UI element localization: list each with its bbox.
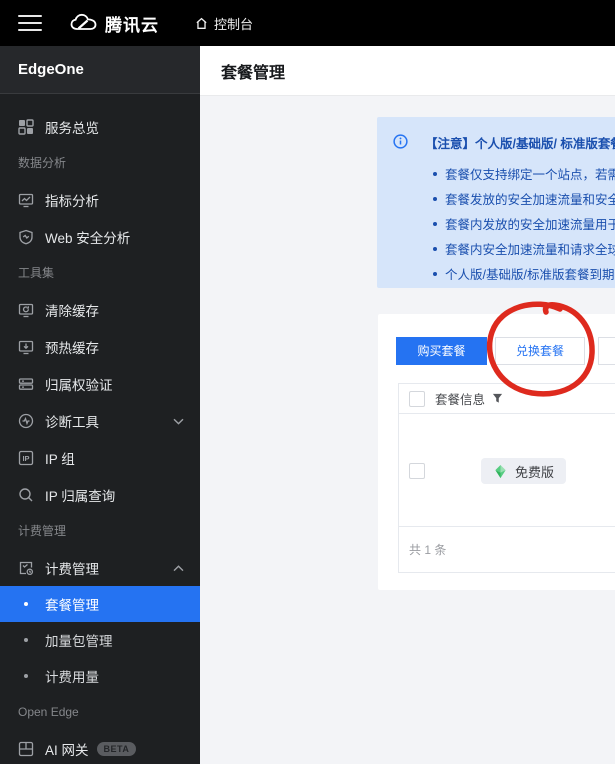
sidebar-item-label: 计费管理 [45,561,99,577]
sidebar-subitem-billing-usage[interactable]: 计费用量 [0,658,200,694]
pagination: 共 1 条 [399,527,615,572]
sidebar-section-data-analysis: 数据分析 [18,156,67,170]
sidebar-item-prefetch-cache[interactable]: 预热缓存 [0,328,200,365]
grid-icon [18,118,34,135]
notice-bullet: 个人版/基础版/标准版套餐到期续 [433,261,615,286]
product-header: EdgeOne [0,46,200,94]
sidebar-item-label: AI 网关 [45,742,89,758]
bullet-dot [24,674,28,678]
console-link[interactable]: 控制台 [195,14,253,33]
product-name: EdgeOne [18,61,84,78]
tencent-cloud-logo[interactable]: 腾讯云 [70,11,159,36]
total-count: 共 1 条 [409,543,447,557]
hamburger-menu-icon[interactable] [18,15,42,31]
column-header-package-info: 套餐信息 [435,393,486,407]
brand-name: 腾讯云 [105,15,159,35]
sidebar-item-label: 预热缓存 [45,340,99,356]
package-card: 购买套餐 兑换套餐 套餐信息 免费版 共 1 条 [378,314,615,590]
sidebar: EdgeOne 服务总览 数据分析 指标分析 Web 安全分析 工具集 清除缓存… [0,46,200,764]
bullet-dot [24,638,28,642]
notice-bullet: 套餐内安全加速流量和请求全球通 [433,236,615,261]
sidebar-subitem-addon-pack-management[interactable]: 加量包管理 [0,622,200,658]
sidebar-item-diagnostic-tools[interactable]: 诊断工具 [0,402,200,439]
sidebar-item-label: 归属权验证 [45,377,113,393]
notice-banner: 【注意】个人版/基础版/ 标准版套餐 套餐仅支持绑定一个站点，若需要 套餐发放的… [377,117,615,288]
notice-title: 【注意】个人版/基础版/ 标准版套餐 [425,137,615,151]
monitor-chart-icon [18,192,34,208]
sidebar-item-label: 服务总览 [45,120,99,136]
sidebar-item-purge-cache[interactable]: 清除缓存 [0,291,200,328]
sidebar-item-metric-analysis[interactable]: 指标分析 [0,181,200,218]
redeem-package-button[interactable]: 兑换套餐 [495,337,585,365]
sidebar-item-label: 加量包管理 [45,634,113,649]
sidebar-item-service-overview[interactable]: 服务总览 [0,108,200,145]
plan-name: 免费版 [515,464,555,480]
topbar: 腾讯云 控制台 [0,0,615,46]
sidebar-item-ip-lookup[interactable]: IP 归属查询 [0,476,200,513]
clipped-button[interactable] [598,337,615,365]
table-row[interactable]: 免费版 [399,414,615,527]
monitor-refresh-icon [18,302,34,318]
sidebar-item-web-security-analysis[interactable]: Web 安全分析 [0,218,200,255]
sidebar-item-label: IP 归属查询 [45,488,116,504]
sidebar-subitem-package-management[interactable]: 套餐管理 [0,586,200,622]
sidebar-item-label: 计费用量 [45,670,99,685]
notice-bullet-list: 套餐仅支持绑定一个站点，若需要 套餐发放的安全加速流量和安全加 套餐内发放的安全… [433,161,615,286]
plan-diamond-icon [495,464,506,478]
plan-badge: 免费版 [481,458,567,484]
sidebar-item-label: 清除缓存 [45,303,99,319]
package-table: 套餐信息 免费版 共 1 条 [398,383,615,573]
monitor-download-icon [18,339,34,355]
server-icon [18,376,34,392]
notice-bullet: 套餐仅支持绑定一个站点，若需要 [433,161,615,186]
chevron-down-icon [173,413,184,428]
shield-icon [18,229,34,245]
home-icon [195,17,208,30]
sidebar-section-toolset: 工具集 [18,266,55,280]
sidebar-item-label: IP 组 [45,451,75,467]
filter-funnel-icon[interactable] [492,393,503,404]
billing-icon [18,560,34,576]
svg-text:IP: IP [22,453,29,462]
notice-bullet: 套餐发放的安全加速流量和安全加 [433,186,615,211]
sidebar-section-open-edge: Open Edge [18,705,79,719]
sidebar-section-billing: 计费管理 [18,524,67,538]
content-area: 【注意】个人版/基础版/ 标准版套餐 套餐仅支持绑定一个站点，若需要 套餐发放的… [200,96,615,764]
select-all-checkbox[interactable] [409,390,425,407]
sidebar-item-ownership-verification[interactable]: 归属权验证 [0,365,200,402]
sidebar-item-label: 指标分析 [45,193,99,209]
beta-badge: BETA [96,741,137,756]
main-header: 套餐管理 [200,46,615,96]
chevron-up-icon [173,560,184,575]
cloud-logo-icon [70,13,97,33]
sidebar-item-label: 诊断工具 [45,414,99,430]
sidebar-item-label: 套餐管理 [45,598,99,613]
sidebar-item-billing-management[interactable]: 计费管理 [0,549,200,586]
ip-box-icon: IP [18,450,34,466]
search-icon [18,487,34,503]
info-icon [393,134,408,149]
buy-package-button[interactable]: 购买套餐 [396,337,487,365]
console-label: 控制台 [214,16,254,32]
bullet-dot [24,602,28,606]
table-header-row: 套餐信息 [399,384,615,414]
row-checkbox[interactable] [409,463,425,479]
sidebar-item-ai-gateway[interactable]: AI 网关 BETA [0,730,200,764]
sidebar-item-ip-group[interactable]: IP IP 组 [0,439,200,476]
sidebar-menu: 服务总览 数据分析 指标分析 Web 安全分析 工具集 清除缓存 预热缓存 归属… [0,94,200,764]
pulse-circle-icon [18,413,34,429]
sidebar-item-label: Web 安全分析 [45,230,131,246]
page-title: 套餐管理 [221,64,286,82]
notice-bullet: 套餐内发放的安全加速流量用于抵 [433,211,615,236]
gateway-icon [18,741,34,757]
